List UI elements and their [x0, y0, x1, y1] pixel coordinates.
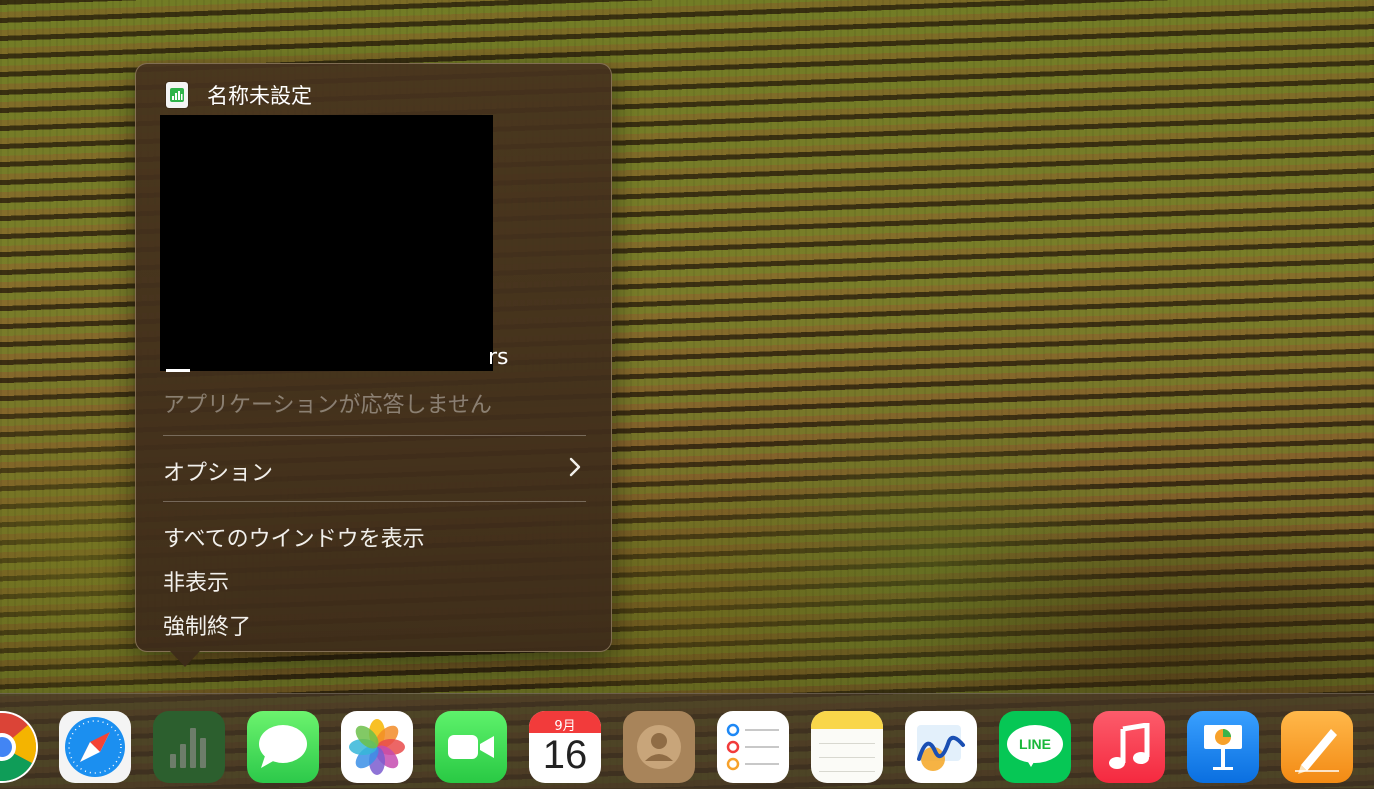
contacts-icon[interactable] [623, 711, 695, 783]
reminders-icon[interactable] [717, 711, 789, 783]
preview-caption: rs [488, 345, 509, 370]
window-entry[interactable]: 名称未設定 [166, 80, 312, 110]
music-icon[interactable] [1093, 711, 1165, 783]
chevron-right-icon [569, 457, 581, 477]
options-menu-item[interactable]: オプション [163, 455, 273, 487]
keynote-icon[interactable] [1187, 711, 1259, 783]
freeform-icon[interactable] [905, 711, 977, 783]
notes-icon[interactable] [811, 711, 883, 783]
menu-separator [163, 501, 586, 502]
safari-icon[interactable] [59, 711, 131, 783]
facetime-icon[interactable] [435, 711, 507, 783]
hide-item[interactable]: 非表示 [163, 565, 229, 597]
line-icon[interactable]: LINE [999, 711, 1071, 783]
pages-icon[interactable] [1281, 711, 1353, 783]
calendar-day: 16 [542, 733, 588, 777]
numbers-icon[interactable] [153, 711, 225, 783]
preview-caption-underline [166, 369, 190, 372]
calendar-icon[interactable]: 9月 16 [529, 711, 601, 783]
photos-icon[interactable] [341, 711, 413, 783]
numbers-document-icon [166, 82, 188, 108]
dock-context-menu: 名称未設定 rs アプリケーションが応答しません オプション すべてのウインドウ… [135, 63, 612, 652]
calendar-month: 9月 [554, 719, 576, 734]
menu-pointer [170, 651, 200, 667]
menu-separator [163, 435, 586, 436]
messages-icon[interactable] [247, 711, 319, 783]
force-quit-item[interactable]: 強制終了 [163, 609, 251, 641]
line-label: LINE [1019, 736, 1051, 752]
window-preview-redacted[interactable] [160, 115, 493, 371]
show-all-windows-item[interactable]: すべてのウインドウを表示 [163, 521, 425, 553]
window-title: 名称未設定 [207, 84, 312, 108]
not-responding-status: アプリケーションが応答しません [163, 393, 492, 418]
